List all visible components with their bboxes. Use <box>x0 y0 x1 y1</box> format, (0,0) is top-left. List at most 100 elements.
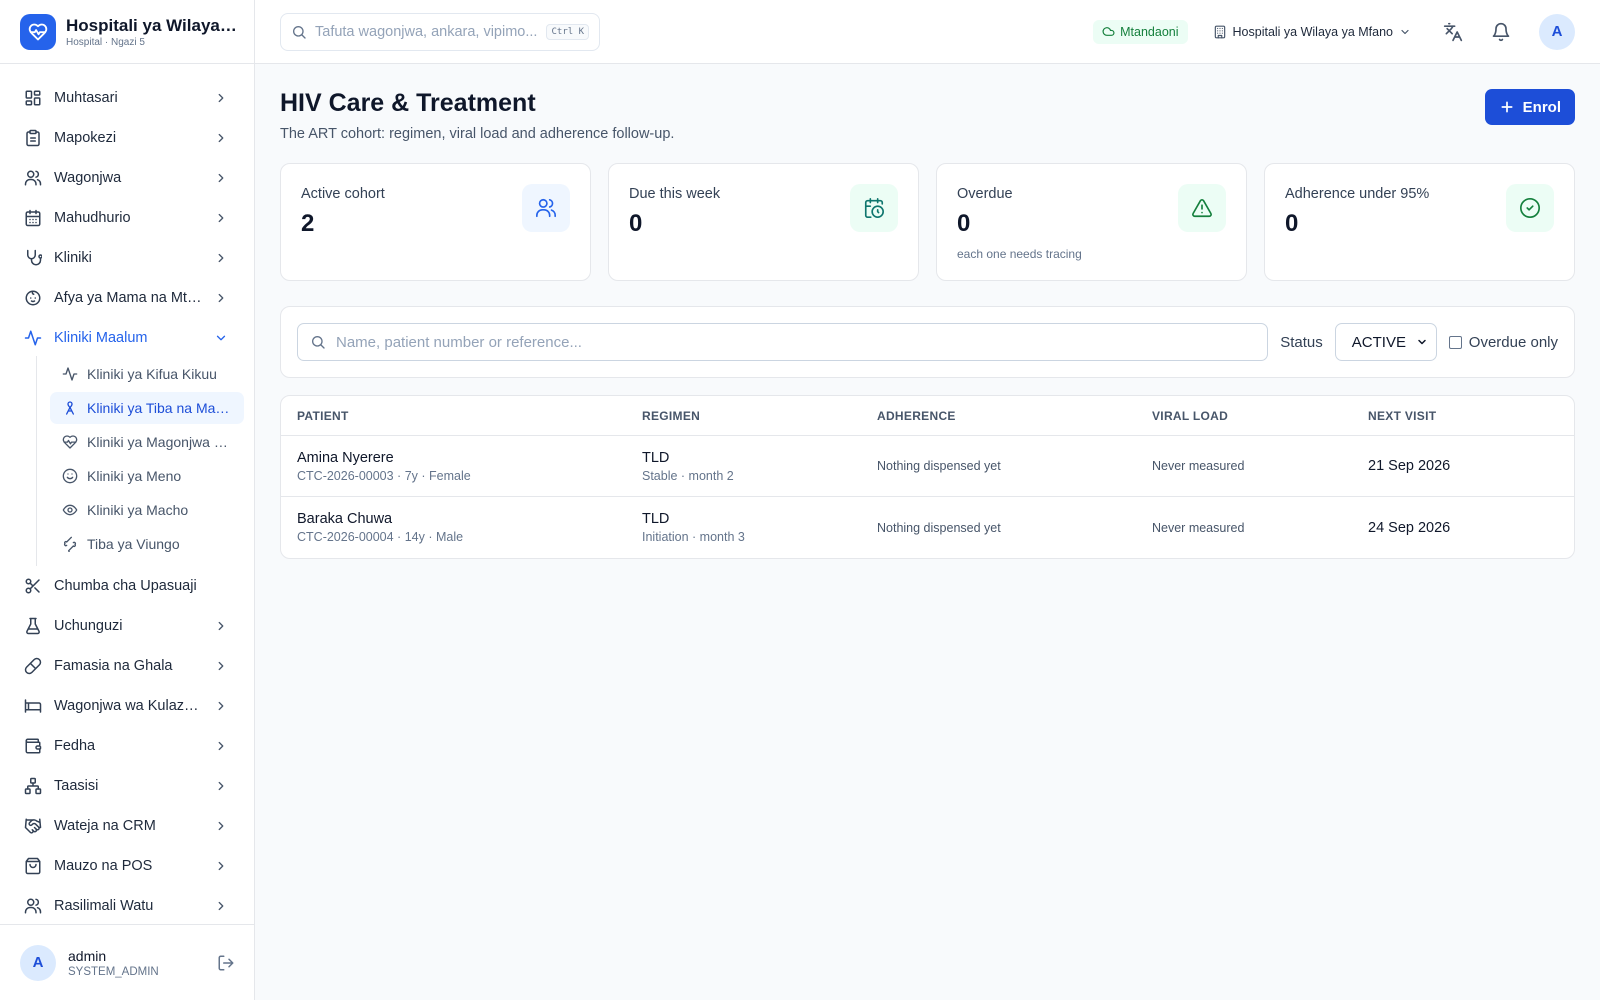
adherence-value: Nothing dispensed yet <box>877 520 1001 535</box>
enrol-button-label: Enrol <box>1522 98 1561 116</box>
patient-name[interactable]: Amina Nyerere <box>297 450 642 466</box>
brand[interactable]: Hospitali ya Wilaya ya Mfano Hospital · … <box>0 0 254 64</box>
regimen-name: TLD <box>642 511 670 527</box>
sidebar-item-afya-mama[interactable]: Afya ya Mama na Mtoto <box>0 278 254 318</box>
patient-name[interactable]: Baraka Chuwa <box>297 511 642 527</box>
regimen-name: TLD <box>642 449 670 466</box>
page-subtitle: The ART cohort: regimen, viral load and … <box>280 126 675 142</box>
global-search-input[interactable]: Tafuta wagonjwa, ankara, vipimo... Ctrl … <box>280 12 600 51</box>
chevron-right-icon <box>218 741 224 751</box>
sidebar-item-label: Muhtasari <box>54 90 118 106</box>
sidebar-item-label: Famasia na Ghala <box>54 658 173 674</box>
bell-icon[interactable] <box>1491 22 1511 42</box>
status-select-value: ACTIVE <box>1351 333 1406 351</box>
patient-search-placeholder: Name, patient number or reference... <box>336 333 582 351</box>
sidebar-item-label: Uchunguzi <box>54 618 123 634</box>
sidebar-nav: Muhtasari Mapokezi Wagonjwa Mahudhurio K… <box>0 64 254 926</box>
page-title: HIV Care & Treatment <box>280 89 536 117</box>
table-row[interactable]: Amina Nyerere CTC-2026-00003 · 7y · Fema… <box>281 436 1574 497</box>
online-status-badge: Mtandaoni <box>1093 19 1188 44</box>
sidebar-subitem-label: Kliniki ya Meno <box>87 468 182 484</box>
sidebar-item-label: Rasilimali Watu <box>54 898 154 914</box>
sidebar-subitem-label: Kliniki ya Kifua Kikuu <box>87 366 217 382</box>
stat-card-active-cohort: Active cohort 2 <box>280 163 591 281</box>
sidebar-item-rasilimali[interactable]: Rasilimali Watu <box>0 886 254 926</box>
sidebar-item-crm[interactable]: Wateja na CRM <box>0 806 254 846</box>
table-row[interactable]: Baraka Chuwa CTC-2026-00004 · 14y · Male… <box>281 497 1574 558</box>
sidebar-item-taasisi[interactable]: Taasisi <box>0 766 254 806</box>
sidebar-item-label: Taasisi <box>54 778 99 794</box>
sidebar-item-mapokezi[interactable]: Mapokezi <box>0 118 254 158</box>
chevron-right-icon <box>218 701 224 711</box>
stat-card-overdue: Overdue 0 each one needs tracing <box>936 163 1247 281</box>
chevron-right-icon <box>218 133 224 143</box>
handshake-icon <box>24 818 42 834</box>
smile-icon <box>62 468 78 484</box>
eye-icon <box>62 504 78 516</box>
user-name: admin <box>68 947 107 964</box>
sidebar-item-wagonjwa[interactable]: Wagonjwa <box>0 158 254 198</box>
sidebar-item-kulazwa[interactable]: Wagonjwa wa Kulazwa <box>0 686 254 726</box>
chevron-right-icon <box>218 661 224 671</box>
sidebar-item-label: Mapokezi <box>54 130 117 146</box>
sidebar-item-label: Wagonjwa <box>54 170 122 186</box>
heart-logo-icon <box>20 13 56 50</box>
user-avatar[interactable]: A <box>20 944 56 981</box>
users-icon <box>522 184 570 232</box>
sidebar-subitem-label: Kliniki ya Magonjwa Sugu <box>87 434 232 450</box>
bone-icon <box>63 536 77 552</box>
sidebar-item-mauzo[interactable]: Mauzo na POS <box>0 846 254 886</box>
chevron-right-icon <box>218 253 224 263</box>
shopping-bag-icon <box>25 857 41 875</box>
sidebar-subitem-viungo[interactable]: Tiba ya Viungo <box>50 528 244 560</box>
sidebar-item-chumba-upasuaji[interactable]: Chumba cha Upasuaji <box>0 566 254 606</box>
dashboard-icon <box>25 90 41 106</box>
sidebar-subitem-label: Kliniki ya Tiba na Matunzo <box>87 400 232 416</box>
sidebar-item-label: Kliniki <box>54 250 92 266</box>
chevron-right-icon <box>218 861 224 871</box>
next-visit-value: 24 Sep 2026 <box>1368 519 1451 536</box>
sidebar-item-kliniki[interactable]: Kliniki <box>0 238 254 278</box>
next-visit-value: 21 Sep 2026 <box>1368 458 1451 474</box>
column-header-next-visit: NEXT VISIT <box>1368 408 1437 423</box>
sidebar-item-kliniki-maalum[interactable]: Kliniki Maalum <box>0 318 254 358</box>
column-header-regimen: REGIMEN <box>642 408 701 423</box>
viral-load-value: Never measured <box>1152 459 1245 473</box>
translate-icon[interactable] <box>1443 22 1463 42</box>
chevron-right-icon <box>218 213 224 223</box>
stat-card-due-this-week: Due this week 0 <box>608 163 919 281</box>
sidebar-subitem-kifua-kikuu[interactable]: Kliniki ya Kifua Kikuu <box>50 358 244 390</box>
sidebar-item-fedha[interactable]: Fedha <box>0 726 254 766</box>
sidebar-item-famasia[interactable]: Famasia na Ghala <box>0 646 254 686</box>
top-user-avatar[interactable]: A <box>1539 13 1575 50</box>
global-search-placeholder: Tafuta wagonjwa, ankara, vipimo... <box>315 23 538 40</box>
sidebar-subitem-tiba-matunzo[interactable]: Kliniki ya Tiba na Matunzo <box>50 392 244 424</box>
sidebar-item-mahudhurio[interactable]: Mahudhurio <box>0 198 254 238</box>
network-icon <box>24 777 42 795</box>
sidebar-subitem-label: Tiba ya Viungo <box>87 536 180 552</box>
sidebar: Hospitali ya Wilaya ya Mfano Hospital · … <box>0 0 255 1000</box>
calendar-icon <box>25 209 41 227</box>
sidebar-subitem-meno[interactable]: Kliniki ya Meno <box>50 460 244 492</box>
enrol-button[interactable]: Enrol <box>1484 89 1575 125</box>
sidebar-item-muhtasari[interactable]: Muhtasari <box>0 78 254 118</box>
sidebar-subitem-magonjwa-sugu[interactable]: Kliniki ya Magonjwa Sugu <box>50 426 244 458</box>
sidebar-subitem-label: Kliniki ya Macho <box>87 502 189 518</box>
sidebar-item-label: Mahudhurio <box>54 210 131 226</box>
user-role: SYSTEM_ADMIN <box>68 965 159 978</box>
logout-icon[interactable] <box>217 954 235 972</box>
scissors-icon <box>25 578 40 594</box>
sidebar-subitem-macho[interactable]: Kliniki ya Macho <box>50 494 244 526</box>
flask-icon <box>26 617 40 635</box>
overdue-only-checkbox[interactable] <box>1448 335 1462 349</box>
viral-load-value: Never measured <box>1152 520 1245 535</box>
patient-search-input[interactable]: Name, patient number or reference... <box>297 323 1269 361</box>
heart-pulse-icon <box>62 435 78 449</box>
overdue-only-toggle[interactable]: Overdue only <box>1448 334 1558 351</box>
user-panel: A admin SYSTEM_ADMIN <box>0 924 255 1000</box>
status-select[interactable]: ACTIVE <box>1334 323 1437 361</box>
sidebar-item-uchunguzi[interactable]: Uchunguzi <box>0 606 254 646</box>
plus-icon <box>1501 101 1513 113</box>
facility-selector[interactable]: Hospitali ya Wilaya ya Mfano <box>1213 25 1411 39</box>
column-header-adherence: ADHERENCE <box>877 408 956 423</box>
